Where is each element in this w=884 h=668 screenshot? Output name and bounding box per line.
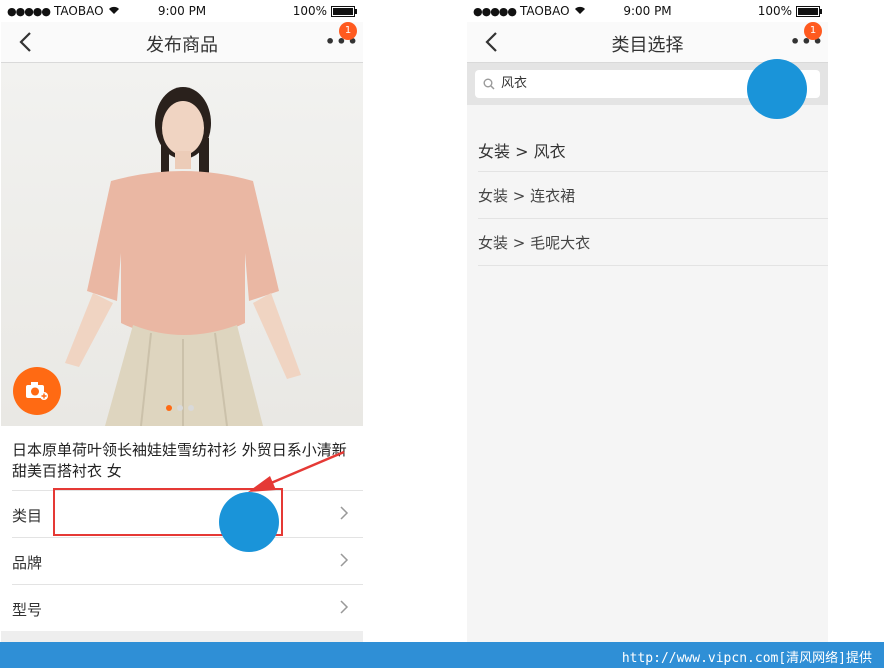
chevron-right-icon <box>340 506 349 520</box>
battery-percent: 100% <box>757 4 792 18</box>
watermark-text: http://www.vipcn.com[清风网络]提供 <box>621 651 872 666</box>
search-icon <box>483 78 495 90</box>
battery-icon <box>331 5 357 17</box>
list-item[interactable]: 女装 > 风衣 <box>478 125 828 172</box>
notification-badge: 1 <box>339 22 357 40</box>
battery-percent: 100% <box>292 4 327 18</box>
section-divider <box>1 631 363 642</box>
chevron-right-icon <box>340 553 349 567</box>
category-list: 女装 > 风衣 女装 > 连衣裙 女装 > 毛呢大衣 <box>467 125 828 266</box>
category-label: 女装 > 毛呢大衣 <box>478 234 591 252</box>
page-title: 类目选择 <box>611 35 684 56</box>
carousel-dot <box>166 405 172 411</box>
more-button[interactable]: ••• 1 <box>790 22 823 52</box>
status-bar: ●●●●● TAOBAO 9:00 PM 100% <box>467 0 828 22</box>
arrow-annotation <box>248 450 345 492</box>
notification-badge: 1 <box>804 22 822 40</box>
nav-bar: 类目选择 ••• 1 <box>467 22 828 63</box>
list-item[interactable]: 女装 > 连衣裙 <box>478 172 828 219</box>
product-photo[interactable] <box>1 63 363 426</box>
camera-icon <box>26 382 48 400</box>
more-icon: ••• <box>325 32 359 51</box>
touch-indicator <box>219 492 279 552</box>
chevron-right-icon <box>340 600 349 614</box>
category-label: 女装 > 连衣裙 <box>478 187 576 205</box>
add-photo-button[interactable] <box>13 367 61 415</box>
carousel-indicator <box>166 405 194 411</box>
touch-indicator <box>747 59 807 119</box>
carousel-dot <box>177 405 183 411</box>
field-row-model[interactable]: 型号 <box>12 584 363 631</box>
page-title: 发布商品 <box>146 35 218 56</box>
publish-product-screen: ●●●●● TAOBAO 9:00 PM 100% 发布商品 ••• 1 日本原… <box>1 0 363 642</box>
watermark-banner: http://www.vipcn.com[清风网络]提供 <box>0 642 884 668</box>
status-bar: ●●●●● TAOBAO 9:00 PM 100% <box>1 0 363 22</box>
model-figure-image <box>65 87 301 426</box>
field-label-category: 类目 <box>12 507 43 525</box>
nav-bar: 发布商品 ••• 1 <box>1 22 363 63</box>
battery-icon <box>796 5 822 17</box>
more-icon: ••• <box>790 32 824 51</box>
category-label: 女装 > 风衣 <box>478 142 566 161</box>
field-label-brand: 品牌 <box>12 554 43 572</box>
field-row-brand[interactable]: 品牌 <box>12 537 363 584</box>
field-label-model: 型号 <box>12 601 43 619</box>
list-item[interactable]: 女装 > 毛呢大衣 <box>478 219 828 266</box>
carousel-dot <box>188 405 194 411</box>
more-button[interactable]: ••• 1 <box>325 22 358 52</box>
